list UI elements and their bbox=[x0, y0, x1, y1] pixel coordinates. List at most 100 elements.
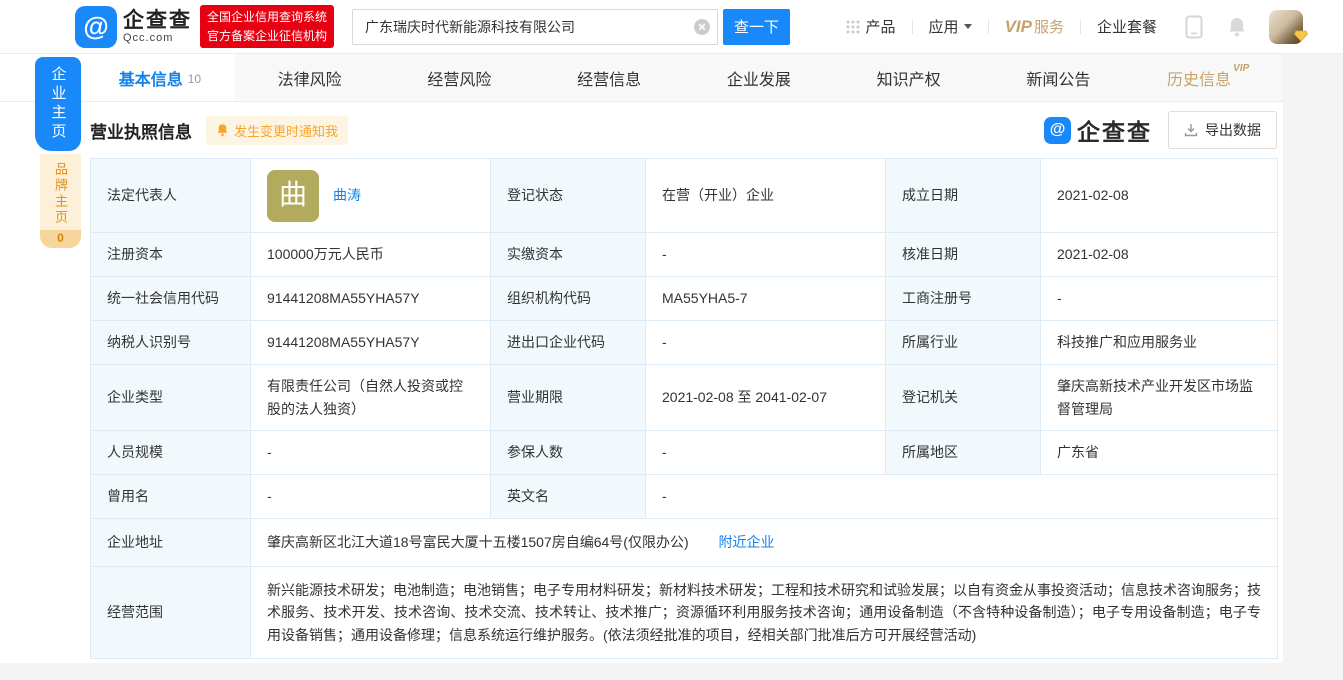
tab-history-info[interactable]: 历史信息 VIP bbox=[1133, 54, 1283, 101]
reg-authority-value: 肇庆高新技术产业开发区市场监督管理局 bbox=[1041, 365, 1278, 431]
taxpayer-id-value: 91441208MA55YHA57Y bbox=[251, 321, 491, 365]
region-value: 广东省 bbox=[1041, 431, 1278, 475]
license-section: 营业执照信息 发生变更时通知我 @ 企查查 导出数据 bbox=[90, 102, 1277, 659]
nearby-companies-link[interactable]: 附近企业 bbox=[719, 534, 775, 550]
clear-search-icon[interactable] bbox=[694, 19, 710, 35]
company-type-value: 有限责任公司（自然人投资或控股的法人独资） bbox=[251, 365, 491, 431]
brand-home-label: 品牌主页 bbox=[51, 154, 70, 230]
header-nav: 产品 应用 VIP 服务 企业套餐 bbox=[830, 10, 1343, 44]
nav-products[interactable]: 产品 bbox=[830, 16, 912, 37]
nav-vip-service[interactable]: VIP 服务 bbox=[989, 16, 1080, 37]
top-header: @ 企查查 Qcc.com 全国企业信用查询系统 官方备案企业征信机构 查一下 … bbox=[0, 0, 1343, 54]
download-icon bbox=[1184, 123, 1198, 137]
reg-authority-label: 登记机关 bbox=[886, 365, 1041, 431]
industry-label: 所属行业 bbox=[886, 321, 1041, 365]
company-home-badge[interactable]: 企业主页 bbox=[35, 57, 81, 151]
approval-date-value: 2021-02-08 bbox=[1041, 233, 1278, 277]
section-head: 营业执照信息 发生变更时通知我 @ 企查查 导出数据 bbox=[90, 102, 1277, 158]
reg-capital-value: 100000万元人民币 bbox=[251, 233, 491, 277]
tab-operating-risk[interactable]: 经营风险 bbox=[385, 54, 535, 101]
legal-rep-name-link[interactable]: 曲涛 bbox=[333, 184, 361, 206]
qcc-watermark-icon: @ bbox=[1044, 117, 1071, 144]
tab-legal-risk[interactable]: 法律风险 bbox=[235, 54, 385, 101]
nav-products-label: 产品 bbox=[866, 16, 896, 37]
taxpayer-id-label: 纳税人识别号 bbox=[91, 321, 251, 365]
table-row: 纳税人识别号 91441208MA55YHA57Y 进出口企业代码 - 所属行业… bbox=[91, 321, 1278, 365]
tab-basic-info[interactable]: 基本信息 10 bbox=[85, 54, 235, 101]
qcc-logo-text[interactable]: 企查查 Qcc.com bbox=[123, 9, 192, 44]
legal-rep-avatar[interactable]: 曲 bbox=[267, 170, 319, 222]
brand-home-count: 0 bbox=[40, 230, 81, 248]
vip-logo: VIP bbox=[1005, 17, 1032, 37]
company-profile-page: 基本信息 10 法律风险 经营风险 经营信息 企业发展 知识产权 新闻公告 历史… bbox=[0, 54, 1283, 663]
table-row: 统一社会信用代码 91441208MA55YHA57Y 组织机构代码 MA55Y… bbox=[91, 277, 1278, 321]
tab-operating-risk-label: 经营风险 bbox=[427, 66, 491, 90]
certification-badge-line1: 全国企业信用查询系统 bbox=[207, 8, 327, 27]
insured-count-value: - bbox=[646, 431, 886, 475]
nav-apps[interactable]: 应用 bbox=[913, 16, 988, 37]
tab-news[interactable]: 新闻公告 bbox=[984, 54, 1134, 101]
business-license-table: 法定代表人 曲 曲涛 登记状态 在营（开业）企业 成立日期 2021-02-08… bbox=[90, 158, 1278, 659]
user-avatar[interactable] bbox=[1269, 10, 1303, 44]
credit-code-value: 91441208MA55YHA57Y bbox=[251, 277, 491, 321]
table-row: 企业地址 肇庆高新区北江大道18号富民大厦十五楼1507房自编64号(仅限办公)… bbox=[91, 519, 1278, 567]
business-scope-label: 经营范围 bbox=[91, 567, 251, 659]
org-code-label: 组织机构代码 bbox=[491, 277, 646, 321]
notification-bell-icon[interactable] bbox=[1227, 16, 1247, 38]
reg-status-value: 在营（开业）企业 bbox=[646, 159, 886, 233]
address-text: 肇庆高新区北江大道18号富民大厦十五楼1507房自编64号(仅限办公) bbox=[267, 534, 689, 550]
tab-basic-info-count: 10 bbox=[188, 72, 201, 86]
tab-operating-info-label: 经营信息 bbox=[577, 66, 641, 90]
legal-rep-value: 曲 曲涛 bbox=[251, 159, 491, 233]
notify-on-change-button[interactable]: 发生变更时通知我 bbox=[206, 116, 348, 145]
qcc-logo-icon[interactable]: @ bbox=[75, 6, 117, 48]
bell-icon bbox=[216, 123, 229, 137]
english-name-value: - bbox=[646, 475, 1278, 519]
chevron-down-icon bbox=[964, 24, 972, 29]
qcc-logo-glyph: @ bbox=[83, 11, 108, 42]
grid-icon bbox=[846, 20, 860, 34]
export-data-button[interactable]: 导出数据 bbox=[1168, 111, 1277, 149]
qcc-watermark-text: 企查查 bbox=[1077, 113, 1152, 147]
org-code-value: MA55YHA5-7 bbox=[646, 277, 886, 321]
search-bar: 查一下 bbox=[352, 9, 790, 45]
reg-capital-label: 注册资本 bbox=[91, 233, 251, 277]
import-export-code-value: - bbox=[646, 321, 886, 365]
tab-company-development-label: 企业发展 bbox=[727, 66, 791, 90]
tab-basic-info-label: 基本信息 bbox=[119, 66, 183, 90]
tab-operating-info[interactable]: 经营信息 bbox=[534, 54, 684, 101]
industry-value: 科技推广和应用服务业 bbox=[1041, 321, 1278, 365]
qcc-logo-domain: Qcc.com bbox=[123, 32, 192, 44]
address-value: 肇庆高新区北江大道18号富民大厦十五楼1507房自编64号(仅限办公) 附近企业 bbox=[251, 519, 1278, 567]
staff-size-label: 人员规模 bbox=[91, 431, 251, 475]
biz-reg-no-value: - bbox=[1041, 277, 1278, 321]
qcc-logo-name: 企查查 bbox=[123, 9, 192, 32]
tab-company-development[interactable]: 企业发展 bbox=[684, 54, 834, 101]
business-term-label: 营业期限 bbox=[491, 365, 646, 431]
table-row: 法定代表人 曲 曲涛 登记状态 在营（开业）企业 成立日期 2021-02-08 bbox=[91, 159, 1278, 233]
est-date-label: 成立日期 bbox=[886, 159, 1041, 233]
tab-intellectual-property-label: 知识产权 bbox=[877, 66, 941, 90]
search-input[interactable] bbox=[352, 9, 718, 45]
qcc-watermark: @ 企查查 bbox=[1044, 113, 1152, 147]
nav-enterprise-packages[interactable]: 企业套餐 bbox=[1081, 16, 1173, 37]
search-button[interactable]: 查一下 bbox=[723, 9, 790, 45]
brand-home-badge[interactable]: 品牌主页 0 bbox=[40, 154, 81, 248]
credit-code-label: 统一社会信用代码 bbox=[91, 277, 251, 321]
section-tabbar: 基本信息 10 法律风险 经营风险 经营信息 企业发展 知识产权 新闻公告 历史… bbox=[0, 54, 1283, 102]
nav-vip-label: 服务 bbox=[1034, 16, 1064, 37]
nav-enterprise-packages-label: 企业套餐 bbox=[1097, 16, 1157, 37]
staff-size-value: - bbox=[251, 431, 491, 475]
vip-tag: VIP bbox=[1233, 63, 1249, 74]
mobile-app-icon[interactable] bbox=[1185, 15, 1203, 39]
biz-reg-no-label: 工商注册号 bbox=[886, 277, 1041, 321]
paid-capital-label: 实缴资本 bbox=[491, 233, 646, 277]
insured-count-label: 参保人数 bbox=[491, 431, 646, 475]
certification-badge: 全国企业信用查询系统 官方备案企业征信机构 bbox=[200, 5, 334, 48]
tab-intellectual-property[interactable]: 知识产权 bbox=[834, 54, 984, 101]
vip-diamond-icon bbox=[1294, 29, 1308, 47]
import-export-code-label: 进出口企业代码 bbox=[491, 321, 646, 365]
table-row: 经营范围 新兴能源技术研发；电池制造；电池销售；电子专用材料研发；新材料技术研发… bbox=[91, 567, 1278, 659]
region-label: 所属地区 bbox=[886, 431, 1041, 475]
reg-status-label: 登记状态 bbox=[491, 159, 646, 233]
